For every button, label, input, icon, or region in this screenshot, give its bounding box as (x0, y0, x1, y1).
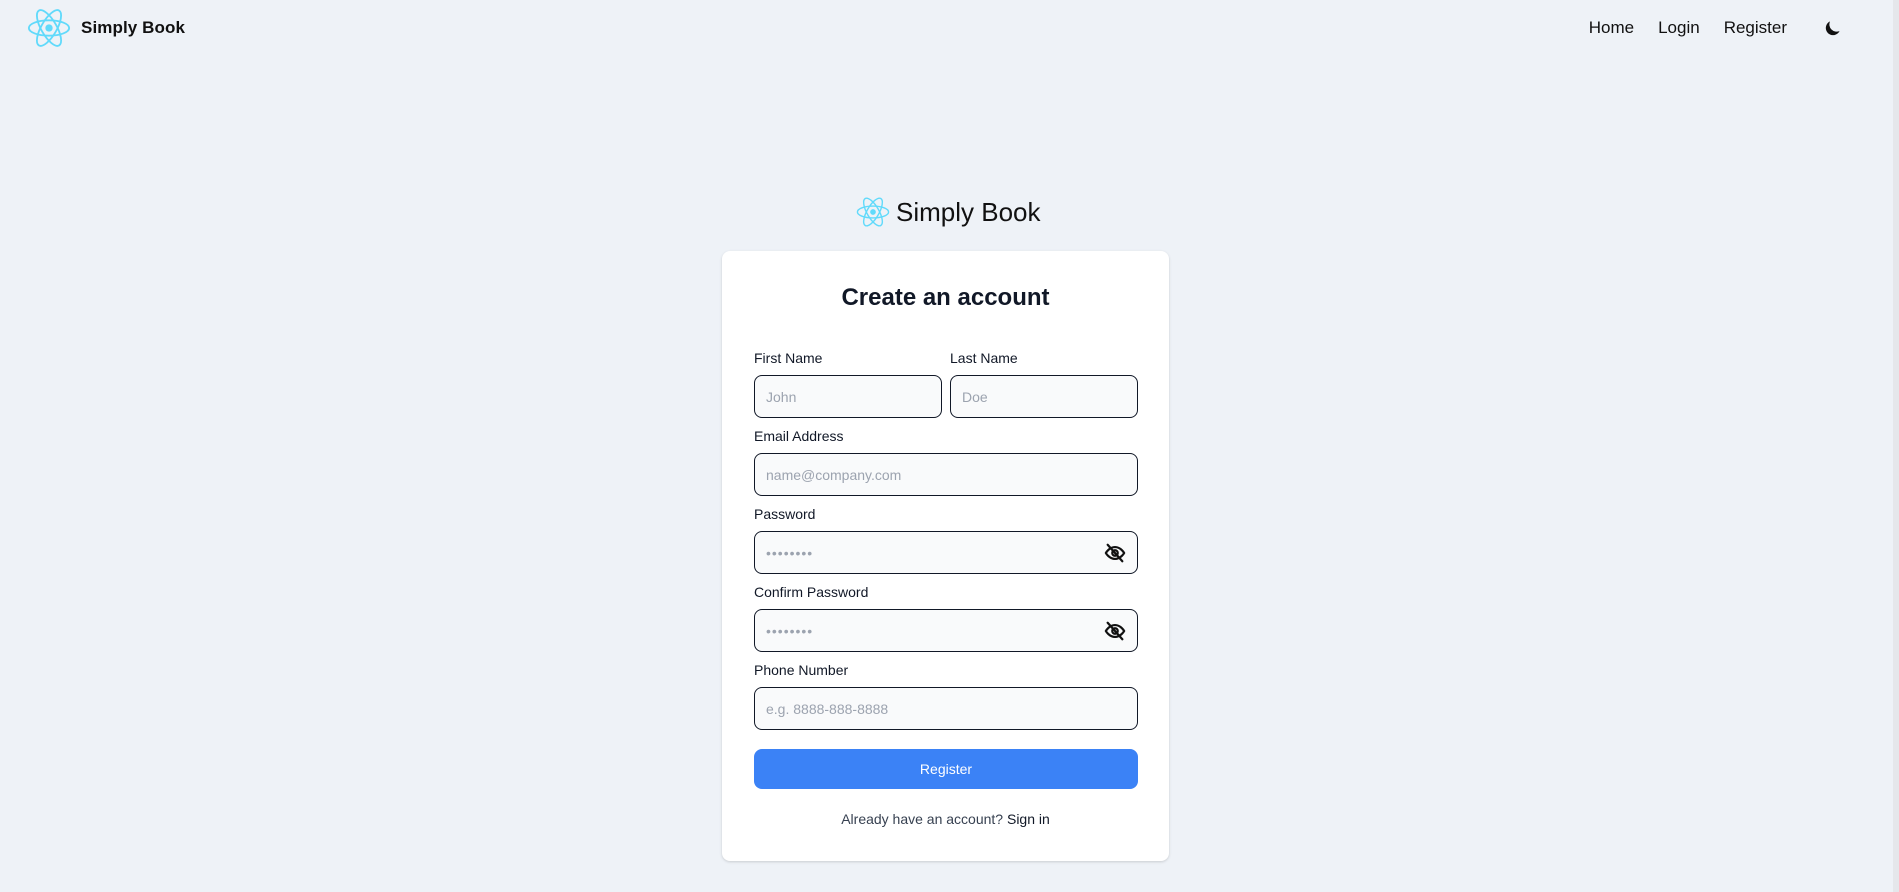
last-name-input[interactable] (950, 375, 1138, 418)
eye-off-icon (1104, 543, 1126, 563)
navbar: Simply Book Home Login Register (0, 0, 1899, 56)
nav-link-register[interactable]: Register (1724, 18, 1787, 38)
moon-icon (1825, 21, 1840, 36)
page-title: Create an account (841, 284, 1050, 311)
auth-brand-name: Simply Book (896, 196, 1041, 227)
brand-link[interactable]: Simply Book (26, 6, 185, 50)
confirm-password-input[interactable] (754, 609, 1138, 652)
nav-links: Home Login Register (1589, 16, 1899, 40)
phone-input[interactable] (754, 687, 1138, 730)
react-atom-icon (26, 6, 72, 50)
password-label: Password (754, 506, 816, 522)
first-name-input[interactable] (754, 375, 942, 418)
react-atom-icon (856, 195, 890, 229)
email-label: Email Address (754, 428, 844, 444)
nav-link-login[interactable]: Login (1658, 18, 1700, 38)
password-visibility-toggle[interactable] (1103, 541, 1127, 565)
confirm-password-visibility-toggle[interactable] (1103, 619, 1127, 643)
sign-in-prompt: Already have an account? Sign in (722, 811, 1169, 827)
email-input[interactable] (754, 453, 1138, 496)
theme-toggle-button[interactable] (1823, 18, 1843, 38)
sign-in-link[interactable]: Sign in (1007, 811, 1050, 827)
sign-in-prompt-text: Already have an account? (841, 811, 1004, 827)
phone-label: Phone Number (754, 662, 849, 678)
password-input[interactable] (754, 531, 1138, 574)
last-name-label: Last Name (950, 350, 1018, 366)
nav-link-home[interactable]: Home (1589, 18, 1634, 38)
scrollbar-track[interactable] (1893, 0, 1899, 892)
register-button[interactable]: Register (754, 749, 1138, 789)
brand-name: Simply Book (81, 18, 186, 37)
eye-off-icon (1104, 621, 1126, 641)
confirm-password-label: Confirm Password (754, 584, 869, 600)
auth-brand: Simply Book (856, 192, 1041, 232)
first-name-label: First Name (754, 350, 823, 366)
register-card: Create an account First Name Last Name E… (722, 251, 1169, 861)
